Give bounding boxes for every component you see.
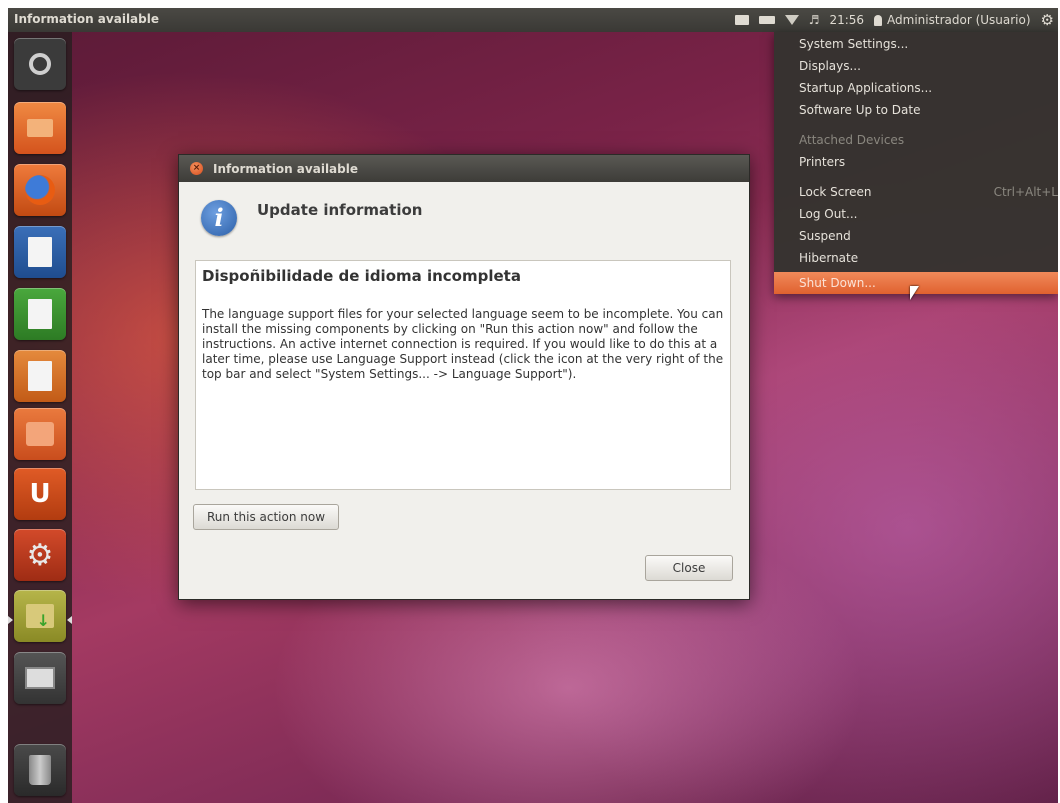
panel-app-title: Information available [14,12,159,26]
message-body: The language support files for your sele… [202,307,724,381]
mouse-cursor-icon [910,286,919,300]
user-name: Administrador (Usuario) [887,13,1031,27]
trash-icon[interactable] [14,744,66,796]
menu-item-label: Lock Screen [799,185,872,199]
menu-item-system-settings[interactable]: System Settings... [799,34,908,54]
dialog-heading: Update information [257,201,423,219]
desktop: Information available ♬ 21:56 Administra… [8,8,1058,803]
wifi-icon[interactable] [784,15,799,25]
writer-icon[interactable] [14,226,66,278]
menu-item-log-out[interactable]: Log Out... [799,204,857,224]
shortcut-label: Ctrl+Alt+L [993,185,1058,199]
menu-item-printers[interactable]: Printers [799,152,845,172]
indicator-area: ♬ 21:56 Administrador (Usuario) ⚙ [734,8,1054,32]
calc-icon[interactable] [14,288,66,340]
running-indicator [8,616,13,624]
user-icon [874,14,883,26]
close-button[interactable]: Close [645,555,733,581]
workspace-switcher-icon[interactable] [14,652,66,704]
menu-item-hibernate[interactable]: Hibernate [799,248,858,268]
ubuntu-one-icon[interactable]: U [14,468,66,520]
dialog-titlebar: × Information available [179,155,749,182]
top-panel: Information available ♬ 21:56 Administra… [8,8,1058,32]
active-indicator [67,616,72,624]
menu-item-software-up-to-date[interactable]: Software Up to Date [799,100,920,120]
message-panel: Dispoñibilidade de idioma incompleta The… [195,260,731,490]
menu-item-label: Shut Down... [799,276,876,290]
menu-item-displays[interactable]: Displays... [799,56,861,76]
battery-icon[interactable] [758,16,775,24]
gear-icon[interactable]: ⚙ [1041,11,1054,29]
info-icon: i [201,200,237,236]
system-menu: System Settings... Displays... Startup A… [774,32,1058,294]
menu-section-attached-devices: Attached Devices [799,133,905,147]
launcher: U ⚙ ↓ [8,32,72,803]
clock[interactable]: 21:56 [829,13,864,27]
firefox-icon[interactable] [14,164,66,216]
user-menu[interactable]: Administrador (Usuario) [874,13,1031,27]
home-folder-icon[interactable] [14,102,66,154]
software-center-icon[interactable] [14,408,66,460]
dash-icon[interactable] [14,38,66,90]
menu-item-startup-applications[interactable]: Startup Applications... [799,78,932,98]
menu-item-lock-screen[interactable]: Lock Screen Ctrl+Alt+L [799,182,1058,202]
menu-item-suspend[interactable]: Suspend [799,226,851,246]
sound-icon[interactable]: ♬ [809,13,820,27]
run-action-button[interactable]: Run this action now [193,504,339,530]
information-dialog: × Information available i Update informa… [178,154,750,600]
system-settings-icon[interactable]: ⚙ [14,529,66,581]
envelope-icon[interactable] [734,15,749,25]
message-title: Dispoñibilidade de idioma incompleta [202,267,521,285]
close-icon[interactable]: × [190,162,203,175]
update-manager-icon[interactable]: ↓ [14,590,66,642]
dialog-title: Information available [213,161,358,176]
impress-icon[interactable] [14,350,66,402]
